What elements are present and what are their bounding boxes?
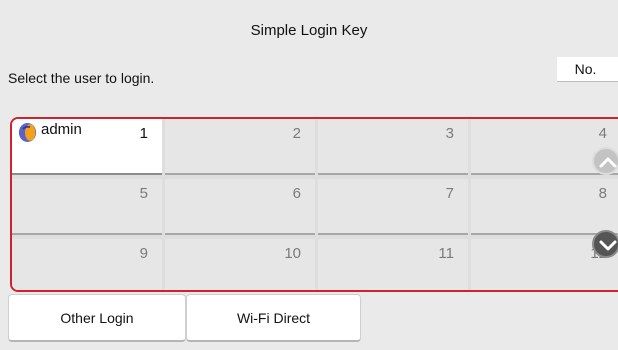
- user-key-5[interactable]: 5: [12, 179, 162, 235]
- key-number: 3: [445, 125, 454, 142]
- key-number: 5: [139, 185, 148, 202]
- chevron-down-icon: [599, 240, 617, 251]
- user-key-3[interactable]: 3: [318, 119, 468, 175]
- wifi-direct-button[interactable]: Wi-Fi Direct: [186, 294, 361, 342]
- scroll-down-button[interactable]: [592, 230, 618, 258]
- key-number: 4: [598, 125, 607, 142]
- user-avatar-icon: [18, 122, 37, 143]
- key-number: 1: [139, 125, 148, 142]
- user-key-9[interactable]: 9: [12, 239, 162, 290]
- login-prompt: Select the user to login.: [8, 70, 155, 86]
- user-key-10[interactable]: 10: [165, 239, 315, 290]
- user-key-11[interactable]: 11: [318, 239, 468, 290]
- user-key-8[interactable]: 8: [471, 179, 618, 235]
- key-number: 10: [284, 245, 301, 262]
- user-name-label: admin: [41, 121, 82, 138]
- scroll-up-button[interactable]: [592, 147, 618, 175]
- user-key-1[interactable]: admin 1: [12, 119, 162, 175]
- page-title: Simple Login Key: [250, 22, 368, 39]
- user-key-2[interactable]: 2: [165, 119, 315, 175]
- key-number: 2: [292, 125, 301, 142]
- user-key-7[interactable]: 7: [318, 179, 468, 235]
- key-number: 11: [438, 245, 454, 262]
- key-number: 8: [598, 185, 607, 202]
- other-login-button[interactable]: Other Login: [8, 294, 186, 342]
- login-screen: Simple Login Key Select the user to logi…: [0, 0, 618, 350]
- chevron-up-icon: [599, 157, 617, 168]
- key-number: 9: [139, 245, 148, 262]
- user-key-grid: admin 1 2 3 4 5 6 7 8 9 10 11: [10, 117, 618, 292]
- key-number: 6: [292, 185, 301, 202]
- number-sort-button[interactable]: No.: [557, 57, 618, 82]
- user-key-6[interactable]: 6: [165, 179, 315, 235]
- key-number: 7: [445, 185, 454, 202]
